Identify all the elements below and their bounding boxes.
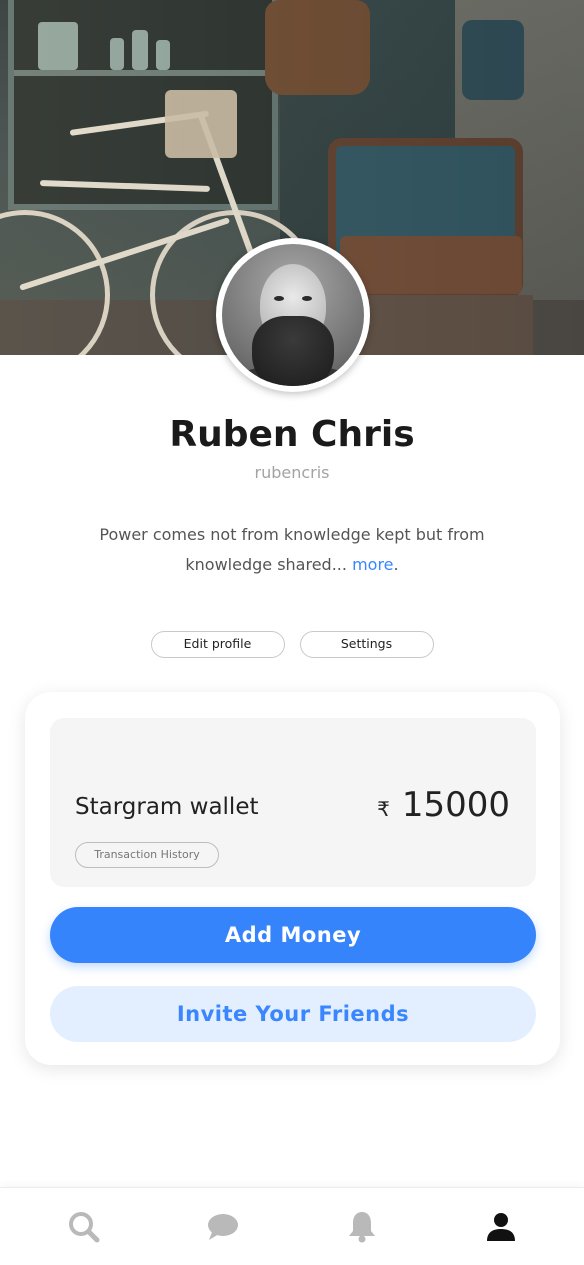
settings-button[interactable]: Settings (299, 631, 434, 658)
nav-search[interactable] (54, 1202, 114, 1252)
wallet-balance: ₹ 15000 (377, 785, 510, 825)
invite-friends-button[interactable]: Invite Your Friends (50, 986, 536, 1042)
wallet-label: Stargram wallet (75, 794, 259, 820)
currency-symbol: ₹ (377, 797, 390, 821)
bottom-nav (0, 1187, 584, 1265)
wallet-amount: 15000 (401, 785, 510, 825)
wallet-summary: Stargram wallet ₹ 15000 Transaction Hist… (50, 718, 536, 887)
avatar[interactable] (216, 238, 370, 392)
add-money-button[interactable]: Add Money (50, 907, 536, 963)
profile-screen: Ruben Chris rubencris Power comes not fr… (0, 0, 584, 1265)
profile-username: rubencris (254, 463, 330, 482)
nav-messages[interactable] (193, 1202, 253, 1252)
chat-icon (207, 1213, 238, 1240)
transaction-history-button[interactable]: Transaction History (75, 842, 219, 868)
profile-bio: Power comes not from knowledge kept but … (80, 520, 504, 580)
wallet-card: Stargram wallet ₹ 15000 Transaction Hist… (25, 692, 560, 1065)
nav-notifications[interactable] (332, 1202, 392, 1252)
bell-icon (348, 1211, 375, 1242)
bio-end: . (393, 555, 399, 574)
nav-profile[interactable] (471, 1202, 531, 1252)
user-icon (486, 1212, 515, 1241)
search-icon (68, 1211, 99, 1242)
profile-name: Ruben Chris (169, 414, 415, 455)
bio-more-link[interactable]: more (352, 555, 393, 574)
avatar-photo (222, 244, 364, 386)
edit-profile-button[interactable]: Edit profile (150, 631, 285, 658)
bio-text: Power comes not from knowledge kept but … (99, 525, 485, 574)
profile-actions: Edit profile Settings (0, 631, 584, 658)
